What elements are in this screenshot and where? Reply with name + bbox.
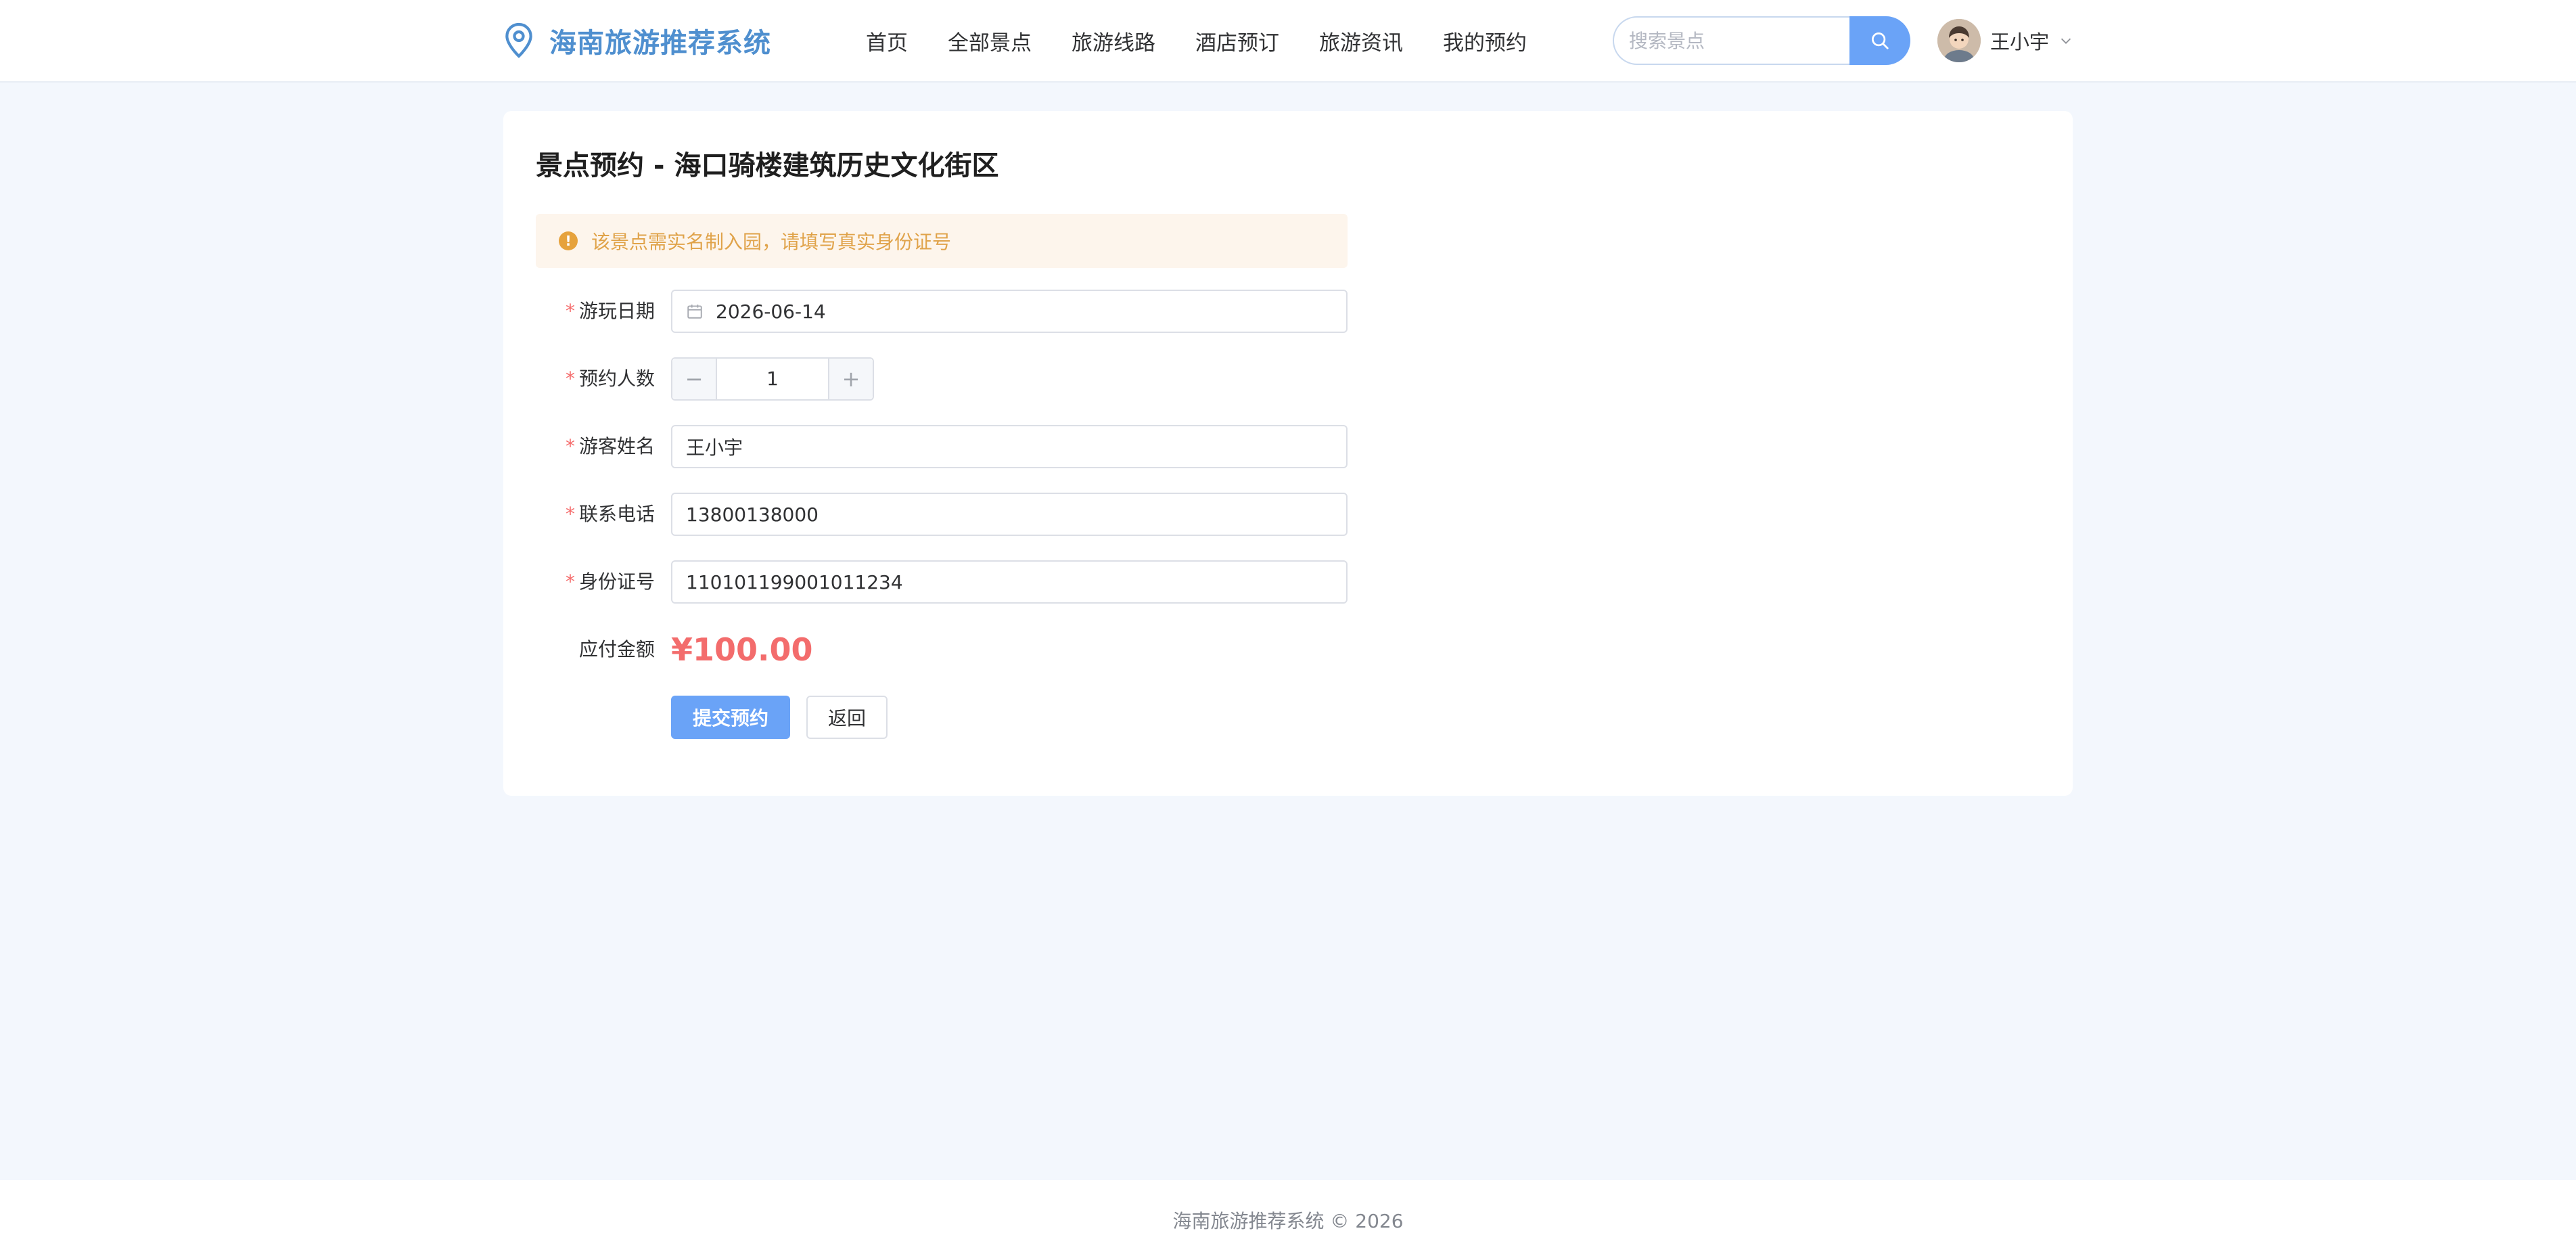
quantity-stepper: − 1 + (671, 357, 874, 401)
chevron-down-icon (2061, 38, 2071, 44)
quantity-input[interactable]: 1 (717, 359, 828, 399)
calendar-icon (687, 305, 702, 319)
user-menu[interactable]: 王小宇 (1937, 19, 2073, 62)
page-title: 景点预约 - 海口骑楼建筑历史文化街区 (536, 150, 999, 181)
date-picker[interactable]: 2026-06-14 (671, 290, 1348, 333)
user-name: 王小宇 (1990, 30, 2050, 53)
id-number-input[interactable]: 110101199001011234 (671, 560, 1348, 604)
location-pin-icon (505, 22, 532, 58)
date-label: * 游玩日期 (565, 300, 655, 322)
nav-hotel-booking[interactable]: 酒店预订 (1195, 26, 1279, 56)
form-row-phone: * 联系电话 13800138000 (536, 493, 1348, 536)
form-row-date: * 游玩日期 2026-06-14 (536, 290, 1348, 333)
footer: 海南旅游推荐系统 © 2026 (0, 1180, 2576, 1260)
footer-text: 海南旅游推荐系统 © 2026 (1172, 1210, 1404, 1232)
required-mark: * (565, 435, 575, 457)
reservation-card: 景点预约 - 海口骑楼建筑历史文化街区 ! 该景点需实名制入园，请填写真实身份证… (503, 111, 2073, 796)
phone-label: * 联系电话 (565, 503, 655, 525)
alert-text: 该景点需实名制入园，请填写真实身份证号 (591, 231, 952, 253)
required-mark: * (565, 367, 575, 390)
phone-input[interactable]: 13800138000 (671, 493, 1348, 536)
avatar (1937, 19, 1981, 62)
required-mark: * (565, 570, 575, 593)
nav-home[interactable]: 首页 (866, 26, 908, 56)
search-icon (1872, 32, 1889, 49)
name-input[interactable]: 王小宇 (671, 425, 1348, 468)
realname-alert: ! 该景点需实名制入园，请填写真实身份证号 (536, 214, 1348, 268)
amount-label: 应付金额 (578, 638, 655, 660)
top-header: 海南旅游推荐系统 首页 全部景点 旅游线路 酒店预订 旅游资讯 我的预约 搜索景… (0, 0, 2576, 83)
search-bar (1613, 16, 1910, 65)
decrease-button[interactable]: − (672, 359, 717, 399)
submit-button[interactable]: 提交预约 (671, 696, 790, 739)
main-nav: 首页 全部景点 旅游线路 酒店预订 旅游资讯 我的预约 (866, 20, 1567, 61)
back-button[interactable]: 返回 (806, 696, 888, 739)
nav-travel-routes[interactable]: 旅游线路 (1072, 26, 1155, 56)
form-row-name: * 游客姓名 王小宇 (536, 425, 1348, 468)
search-button[interactable] (1849, 16, 1910, 65)
warning-circle-icon: ! (559, 231, 578, 250)
form-row-count: * 预约人数 − 1 + (536, 357, 1348, 401)
id-label: * 身份证号 (565, 570, 655, 593)
amount-value: ¥100.00 (671, 631, 813, 668)
required-mark: * (565, 503, 575, 525)
count-label: * 预约人数 (565, 367, 655, 390)
required-mark: * (565, 300, 575, 322)
search-input[interactable] (1613, 16, 1851, 65)
name-label: * 游客姓名 (565, 435, 655, 457)
increase-button[interactable]: + (828, 359, 873, 399)
site-title: 海南旅游推荐系统 (549, 28, 771, 59)
date-value: 2026-06-14 (716, 300, 826, 323)
site-logo[interactable]: 海南旅游推荐系统 (503, 20, 771, 61)
nav-my-reservations[interactable]: 我的预约 (1443, 26, 1527, 56)
form-row-amount: 应付金额 ¥100.00 (536, 628, 1348, 671)
nav-travel-news[interactable]: 旅游资讯 (1319, 26, 1403, 56)
form-row-id: * 身份证号 110101199001011234 (536, 560, 1348, 604)
nav-all-attractions[interactable]: 全部景点 (948, 26, 1032, 56)
